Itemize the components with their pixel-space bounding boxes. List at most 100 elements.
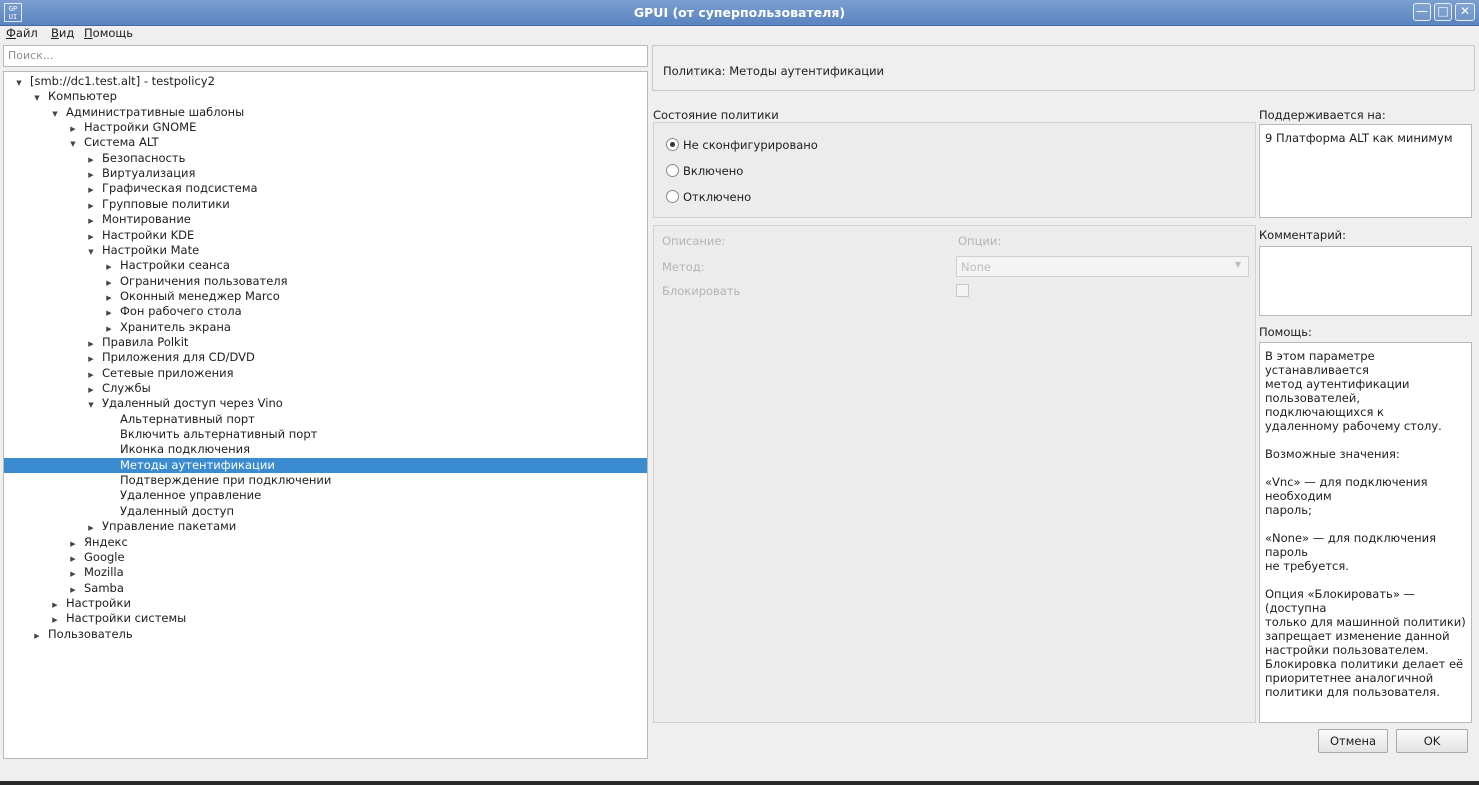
tree-item[interactable]: ▼ Настройки Mate	[4, 243, 647, 258]
tree-item-label: Google	[84, 549, 125, 564]
window-title: GPUI (от суперпользователя)	[633, 5, 846, 20]
tree-item[interactable]: Удаленный доступ	[4, 504, 647, 519]
tree-item[interactable]: ▶ Групповые политики	[4, 197, 647, 212]
tree-item[interactable]: Иконка подключения	[4, 442, 647, 457]
radio-enabled-label: Включено	[683, 164, 744, 178]
tree-item[interactable]: ▶ Сетевые приложения	[4, 366, 647, 381]
tree-item-label: Пользователь	[48, 626, 133, 641]
tree-item-label: Хранитель экрана	[120, 319, 231, 334]
ok-button[interactable]: OK	[1396, 729, 1468, 753]
comment-field[interactable]	[1259, 246, 1472, 316]
tree-item-selected[interactable]: Методы аутентификации	[4, 457, 647, 474]
close-button[interactable]: ✕	[1455, 3, 1475, 21]
tree-item[interactable]: Включить альтернативный порт	[4, 427, 647, 442]
tree-item-label: Графическая подсистема	[102, 181, 258, 196]
tree-item[interactable]: ▼ Административные шаблоны	[4, 105, 647, 120]
radio-enabled[interactable]: Включено	[666, 163, 743, 179]
tree-item-label: Административные шаблоны	[66, 104, 245, 119]
radio-disabled-button[interactable]	[666, 190, 679, 203]
menu-view[interactable]: Вид	[51, 26, 74, 40]
method-select[interactable]: None ▼	[956, 256, 1249, 277]
tree-item-label: Сетевые приложения	[102, 365, 234, 380]
tree-item-label: Методы аутентификации	[120, 457, 275, 472]
tree-item[interactable]: ▶ Mozilla	[4, 565, 647, 580]
state-heading: Состояние политики	[653, 108, 779, 122]
chevron-down-icon: ▼	[1234, 260, 1241, 269]
cancel-button[interactable]: Отмена	[1318, 729, 1388, 753]
tree-item[interactable]: ▶ Приложения для CD/DVD	[4, 350, 647, 365]
tree-item[interactable]: ▶ Правила Polkit	[4, 335, 647, 350]
tree-item[interactable]: ▼ Удаленный доступ через Vino	[4, 396, 647, 411]
tree-item[interactable]: ▶ Samba	[4, 581, 647, 596]
tree-item-label: Монтирование	[102, 212, 191, 227]
close-icon: ✕	[1459, 4, 1471, 18]
tree-item[interactable]: ▶ Фон рабочего стола	[4, 304, 647, 319]
tree-item[interactable]: ▶ Службы	[4, 381, 647, 396]
tree-item[interactable]: ▼ Система ALT	[4, 135, 647, 150]
tree-item[interactable]: ▶ Настройки GNOME	[4, 120, 647, 135]
tree-item[interactable]: Удаленное управление	[4, 488, 647, 503]
tree-item[interactable]: ▶ Монтирование	[4, 212, 647, 227]
tree-item[interactable]: ▶ Настройки KDE	[4, 228, 647, 243]
tree-item[interactable]: ▶ Хранитель экрана	[4, 320, 647, 335]
supported-heading: Поддерживается на:	[1259, 108, 1386, 122]
menu-bar: Файл Вид Помощь	[0, 26, 1479, 42]
tree-item-label: Фон рабочего стола	[120, 304, 242, 319]
cancel-button-label: Отмена	[1329, 734, 1377, 748]
lock-checkbox[interactable]	[956, 284, 969, 297]
radio-disabled[interactable]: Отключено	[666, 189, 751, 205]
description-label: Описание:	[662, 234, 726, 248]
help-text: В этом параметре устанавливается метод а…	[1259, 342, 1472, 723]
tree-item[interactable]: ▶ Виртуализация	[4, 166, 647, 181]
tree-item[interactable]: Альтернативный порт	[4, 412, 647, 427]
radio-not-configured[interactable]: Не сконфигурировано	[666, 137, 818, 153]
maximize-icon: □	[1437, 4, 1449, 18]
tree-item-label: Samba	[84, 580, 124, 595]
tree-item-label: Оконный менеджер Marco	[120, 288, 280, 303]
tree-item-label: Виртуализация	[102, 166, 196, 181]
bottom-border	[0, 781, 1479, 785]
tree-item[interactable]: ▼ Компьютер	[4, 89, 647, 104]
search-input[interactable]: Поиск...	[3, 45, 648, 67]
menu-help[interactable]: Помощь	[84, 26, 133, 40]
options-label: Опции:	[958, 234, 1002, 248]
help-heading: Помощь:	[1259, 325, 1312, 339]
tree-item[interactable]: ▶ Графическая подсистема	[4, 181, 647, 196]
menu-file[interactable]: Файл	[6, 26, 38, 40]
tree-item-label: Настройки KDE	[102, 227, 195, 242]
tree-item[interactable]: ▶ Управление пакетами	[4, 519, 647, 534]
method-label: Метод:	[662, 260, 705, 274]
minimize-button[interactable]: —	[1413, 3, 1431, 21]
radio-not-configured-button[interactable]	[666, 138, 679, 151]
ok-button-label: OK	[1423, 734, 1441, 748]
supported-box: 9 Платформа ALT как минимум	[1259, 124, 1472, 218]
tree-item[interactable]: ▶ Настройки системы	[4, 611, 647, 626]
tree-item[interactable]: ▶ Настройки сеанса	[4, 258, 647, 273]
tree-item[interactable]: ▶ Ограничения пользователя	[4, 274, 647, 289]
radio-enabled-button[interactable]	[666, 164, 679, 177]
policy-tree[interactable]: ▼ [smb://dc1.test.alt] - testpolicy2 ▼ Комп…	[3, 71, 648, 759]
state-group: Не сконфигурировано Включено Отключено	[653, 122, 1256, 218]
tree-item[interactable]: ▶ Оконный менеджер Marco	[4, 289, 647, 304]
radio-disabled-label: Отключено	[683, 190, 752, 204]
comment-heading: Комментарий:	[1259, 228, 1347, 242]
tree-item-label: Службы	[102, 381, 151, 395]
tree-item-label: Альтернативный порт	[120, 411, 255, 426]
tree-item-label: [smb://dc1.test.alt] - testpolicy2	[30, 74, 215, 88]
tree-item[interactable]: ▼ [smb://dc1.test.alt] - testpolicy2	[4, 74, 647, 89]
expand-right-icon[interactable]: ▶	[32, 629, 42, 644]
tree-item-label: Яндекс	[84, 534, 128, 549]
tree-item-label: Включить альтернативный порт	[120, 427, 318, 442]
tree-item[interactable]: ▶ Яндекс	[4, 535, 647, 550]
maximize-button[interactable]: □	[1434, 3, 1452, 21]
tree-item[interactable]: ▶ Безопасность	[4, 151, 647, 166]
tree-item[interactable]: ▶ Настройки	[4, 596, 647, 611]
tree-item-label: Подтверждение при подключении	[120, 473, 332, 488]
tree-item[interactable]: ▶ Пользователь	[4, 627, 647, 642]
tree-item[interactable]: ▶ Google	[4, 550, 647, 565]
lock-label: Блокировать	[662, 284, 741, 298]
policy-title-box: Политика: Методы аутентификации	[652, 45, 1475, 91]
tree-item[interactable]: Подтверждение при подключении	[4, 473, 647, 488]
tree-item-label: Управление пакетами	[102, 519, 237, 534]
tree-item-label: Удаленный доступ	[120, 503, 235, 518]
